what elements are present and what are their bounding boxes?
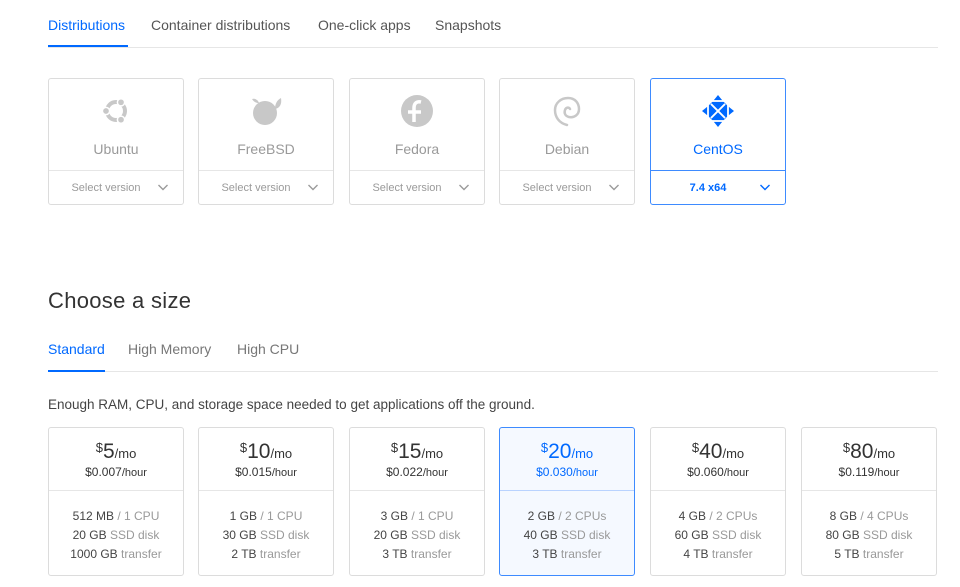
tab-distributions[interactable]: Distributions	[48, 17, 125, 33]
plan-specs: 4 GB / 2 CPUs 60 GB SSD disk 4 TB transf…	[651, 490, 785, 575]
distro-card-ubuntu[interactable]: Ubuntu Select version	[48, 78, 184, 205]
spec-disk: 40 GB SSD disk	[523, 528, 611, 542]
distro-card-debian[interactable]: Debian Select version	[499, 78, 635, 205]
plan-specs: 3 GB / 1 CPU 20 GB SSD disk 3 TB transfe…	[350, 490, 484, 575]
plan-specs: 2 GB / 2 CPUs 40 GB SSD disk 3 TB transf…	[500, 490, 634, 575]
distro-card-fedora[interactable]: Fedora Select version	[349, 78, 485, 205]
hourly-price: $0.022/hour	[386, 465, 448, 479]
version-select[interactable]: Select version	[500, 170, 634, 205]
monthly-price: $15/mo	[390, 440, 444, 463]
spec-memory-cpu: 8 GB / 4 CPUs	[829, 509, 909, 523]
plan-card[interactable]: $40/mo $0.060/hour 4 GB / 2 CPUs 60 GB S…	[650, 427, 786, 576]
spec-disk: 80 GB SSD disk	[825, 528, 913, 542]
hourly-price: $0.119/hour	[838, 465, 900, 479]
monthly-price: $80/mo	[842, 440, 896, 463]
section-title: Choose a size	[48, 288, 192, 313]
monthly-price: $20/mo	[540, 440, 594, 463]
centos-icon	[702, 95, 734, 127]
distro-card-freebsd[interactable]: FreeBSD Select version	[198, 78, 334, 205]
version-label: Select version	[221, 182, 291, 194]
tab-high-cpu[interactable]: High CPU	[237, 341, 299, 357]
spec-disk: 60 GB SSD disk	[674, 528, 762, 542]
monthly-price: $5/mo	[95, 440, 137, 463]
spec-memory-cpu: 4 GB / 2 CPUs	[678, 509, 758, 523]
version-select[interactable]: 7.4 x64	[651, 170, 785, 205]
spec-transfer: 5 TB transfer	[834, 547, 904, 561]
version-select[interactable]: Select version	[350, 170, 484, 205]
ubuntu-icon	[101, 97, 127, 125]
spec-disk: 20 GB SSD disk	[373, 528, 461, 542]
active-tab-indicator	[48, 45, 128, 47]
size-tabs: Standard High Memory High CPU	[48, 330, 938, 372]
size-description: Enough RAM, CPU, and storage space neede…	[48, 397, 535, 412]
version-label: 7.4 x64	[689, 182, 727, 194]
version-label: Select version	[372, 182, 442, 194]
hourly-price: $0.060/hour	[687, 465, 749, 479]
spec-transfer: 3 TB transfer	[532, 547, 602, 561]
plan-card[interactable]: $10/mo $0.015/hour 1 GB / 1 CPU 30 GB SS…	[198, 427, 334, 576]
chevron-down-icon	[308, 184, 318, 191]
monthly-price: $10/mo	[239, 440, 293, 463]
spec-disk: 20 GB SSD disk	[72, 528, 160, 542]
spec-memory-cpu: 3 GB / 1 CPU	[380, 509, 454, 523]
freebsd-icon	[252, 98, 282, 125]
distro-name: CentOS	[693, 141, 743, 157]
distro-name: Fedora	[394, 141, 440, 157]
spec-transfer: 3 TB transfer	[382, 547, 452, 561]
distro-name: Ubuntu	[93, 141, 139, 157]
spec-transfer: 1000 GB transfer	[70, 547, 162, 561]
chevron-down-icon	[760, 184, 770, 191]
tab-high-memory[interactable]: High Memory	[128, 341, 211, 357]
plan-card[interactable]: $15/mo $0.022/hour 3 GB / 1 CPU 20 GB SS…	[349, 427, 485, 576]
distro-card-centos[interactable]: CentOS 7.4 x64	[650, 78, 786, 205]
distro-name: FreeBSD	[237, 141, 295, 157]
active-tab-indicator	[48, 370, 105, 372]
spec-transfer: 4 TB transfer	[683, 547, 753, 561]
spec-disk: 30 GB SSD disk	[222, 528, 310, 542]
plan-specs: 1 GB / 1 CPU 30 GB SSD disk 2 TB transfe…	[199, 490, 333, 575]
spec-transfer: 2 TB transfer	[231, 547, 301, 561]
hourly-price: $0.030/hour	[536, 465, 598, 479]
tab-snapshots[interactable]: Snapshots	[435, 17, 501, 33]
hourly-price: $0.007/hour	[85, 465, 147, 479]
chevron-down-icon	[158, 184, 168, 191]
chevron-down-icon	[609, 184, 619, 191]
version-label: Select version	[71, 182, 141, 194]
spec-memory-cpu: 1 GB / 1 CPU	[229, 509, 303, 523]
spec-memory-cpu: 2 GB / 2 CPUs	[527, 509, 607, 523]
plan-card[interactable]: $80/mo $0.119/hour 8 GB / 4 CPUs 80 GB S…	[801, 427, 937, 576]
spec-memory-cpu: 512 MB / 1 CPU	[72, 509, 160, 523]
debian-icon	[553, 96, 581, 127]
image-tabs: Distributions Container distributions On…	[48, 0, 938, 48]
version-label: Select version	[522, 182, 592, 194]
tab-one-click-apps[interactable]: One-click apps	[318, 17, 411, 33]
chevron-down-icon	[459, 184, 469, 191]
plan-card-selected[interactable]: $20/mo $0.030/hour 2 GB / 2 CPUs 40 GB S…	[499, 427, 635, 576]
plan-card[interactable]: $5/mo $0.007/hour 512 MB / 1 CPU 20 GB S…	[48, 427, 184, 576]
fedora-icon	[401, 95, 433, 127]
monthly-price: $40/mo	[691, 440, 745, 463]
tab-container-distributions[interactable]: Container distributions	[151, 17, 290, 33]
hourly-price: $0.015/hour	[235, 465, 297, 479]
version-select[interactable]: Select version	[199, 170, 333, 205]
tab-standard[interactable]: Standard	[48, 341, 105, 357]
plan-specs: 512 MB / 1 CPU 20 GB SSD disk 1000 GB tr…	[49, 490, 183, 575]
version-select[interactable]: Select version	[49, 170, 183, 205]
distro-name: Debian	[544, 141, 590, 157]
plan-specs: 8 GB / 4 CPUs 80 GB SSD disk 5 TB transf…	[802, 490, 936, 575]
